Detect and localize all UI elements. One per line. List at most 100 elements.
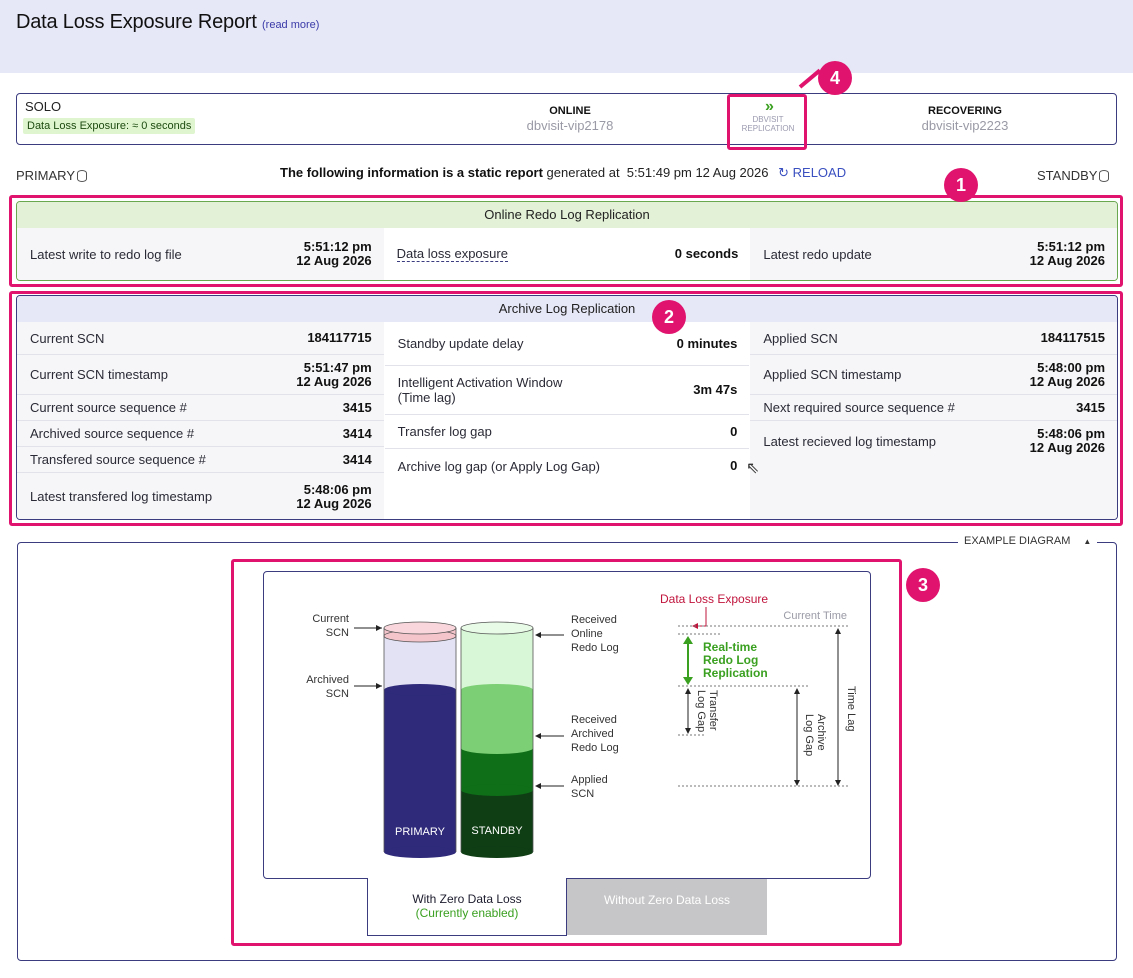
example-diagram-label: EXAMPLE DIAGRAM: [964, 535, 1071, 547]
stat-value: 5:48:06 pm: [1037, 426, 1106, 441]
stat-row: Applied SCN timestamp 5:48:00 pm 12 Aug 20…: [750, 355, 1117, 395]
tab-with-zero-data-loss[interactable]: With Zero Data Loss (Currently enabled): [367, 878, 567, 936]
stat-label: Archived source sequence #: [30, 426, 195, 441]
stat-label: Transfered source sequence #: [30, 452, 206, 467]
transfer-gap-label-2: Log Gap: [695, 690, 707, 732]
stat-value: 0: [730, 458, 738, 473]
latest-write-time: 5:51:12 pm: [303, 239, 372, 254]
stat-label: Next required source sequence #: [763, 400, 955, 415]
applied-scn-2: SCN: [571, 788, 594, 800]
callout-4: 4: [818, 61, 852, 95]
callout-2: 2: [652, 300, 686, 334]
online-redo-panel: Online Redo Log Replication Latest write…: [16, 201, 1118, 281]
online-right-col: Latest redo update 5:51:12 pm 12 Aug 2026: [750, 228, 1117, 280]
received-archived-1: Received: [571, 714, 617, 726]
archive-right-col: Applied SCN 184117515 Applied SCN timesta…: [750, 322, 1117, 519]
primary-node: ONLINE dbvisit-vip2178: [470, 105, 670, 133]
latest-redo-time: 5:51:12 pm: [1037, 239, 1106, 254]
stat-value: 3414: [342, 451, 372, 467]
stat-label: Latest transfered log timestamp: [30, 489, 213, 504]
reload-label: RELOAD: [792, 165, 847, 180]
status-bar: SOLO Data Loss Exposure: ≈ 0 seconds ONL…: [16, 93, 1117, 145]
highlight-box-4: [727, 94, 807, 150]
time-lag-label: Time Lag: [845, 686, 857, 731]
online-mid-col: Data loss exposure 0 seconds: [383, 228, 751, 280]
data-loss-exposure-value: 0 seconds: [674, 246, 739, 261]
current-scn-label-2: SCN: [326, 627, 349, 639]
received-online-1: Received: [571, 614, 617, 626]
stat-value: 3415: [342, 399, 372, 415]
stat-row: Archived source sequence # 3414: [17, 421, 384, 447]
stat-label: Transfer log gap: [397, 424, 492, 439]
tab-with-zero-sub: (Currently enabled): [415, 906, 519, 920]
received-archived-3: Redo Log: [571, 742, 619, 754]
stat-value: 3m 47s: [693, 382, 738, 397]
received-online-3: Redo Log: [571, 642, 619, 654]
timeline-annotations: Data Loss Exposure Current Time Real-tim…: [660, 592, 857, 787]
stat-label: Current SCN timestamp: [30, 367, 168, 382]
replication-diagram: PRIMARY STANDBY Current SCN Archived SCN: [306, 592, 857, 858]
stat-row: Next required source sequence # 3415: [750, 395, 1117, 421]
received-online-2: Online: [571, 628, 603, 640]
generated-time: 5:51:49 pm 12 Aug 2026: [626, 165, 769, 180]
stat-label: Current SCN: [30, 330, 105, 346]
read-more-link[interactable]: (read more): [262, 19, 319, 31]
primary-state: ONLINE: [549, 105, 591, 117]
tab-without-zero-label: Without Zero Data Loss: [603, 893, 731, 907]
stat-label: Intelligent Activation Window: [397, 375, 563, 390]
mouse-cursor-icon: ⇖: [746, 460, 760, 477]
latest-write-label: Latest write to redo log file: [30, 246, 182, 262]
stat-label: Current source sequence #: [30, 400, 187, 415]
stat-row: Applied SCN 184117515: [750, 322, 1117, 355]
stat-value: 5:48:06 pm: [303, 481, 372, 497]
database-icon: [1099, 170, 1110, 182]
stat-row: Transfer log gap 0: [384, 415, 750, 449]
realtime-label-2: Redo Log: [703, 653, 758, 667]
latest-write-date: 12 Aug 2026: [296, 253, 372, 268]
page-header: Data Loss Exposure Report (read more): [0, 0, 1133, 73]
transfer-gap-label-1: Transfer: [707, 690, 719, 731]
latest-redo-label: Latest redo update: [763, 246, 872, 262]
primary-heading-label: PRIMARY: [16, 168, 75, 183]
standby-heading-label: STANDBY: [1037, 168, 1098, 183]
current-scn-label-1: Current: [312, 613, 349, 625]
stat-value: 0 minutes: [676, 335, 738, 351]
realtime-label-3: Replication: [703, 666, 768, 680]
primary-host: dbvisit-vip2178: [526, 118, 614, 133]
archive-log-title: Archive Log Replication: [17, 296, 1117, 322]
archive-mid-col: Standby update delay 0 minutes Intelligen…: [383, 322, 751, 519]
primary-heading: PRIMARY: [16, 168, 87, 183]
stat-value: 184117515: [1040, 330, 1106, 345]
stat-value: 0: [730, 423, 738, 439]
standby-state: RECOVERING: [928, 105, 1002, 117]
static-report-text: The following information is a static re…: [280, 165, 543, 180]
data-loss-exposure-link[interactable]: Data loss exposure: [396, 246, 508, 262]
primary-cylinder: PRIMARY: [383, 621, 457, 858]
page-title: Data Loss Exposure Report: [16, 11, 257, 33]
example-diagram-toggle[interactable]: EXAMPLE DIAGRAM ▲: [958, 535, 1098, 547]
stat-label: Applied SCN timestamp: [763, 367, 902, 382]
received-archived-2: Archived: [571, 728, 614, 740]
stat-row: Standby update delay 0 minutes: [384, 322, 750, 366]
online-left-col: Latest write to redo log file 5:51:12 pm…: [17, 228, 384, 280]
stat-value: 12 Aug 2026: [296, 495, 372, 511]
realtime-label-1: Real-time: [703, 640, 757, 654]
stat-value: 3414: [342, 425, 372, 441]
callout-3: 3: [906, 568, 940, 602]
primary-db-label: PRIMARY: [395, 826, 446, 838]
standby-cylinder: STANDBY: [460, 621, 534, 858]
stat-value: 3415: [1076, 399, 1106, 415]
stat-value: 12 Aug 2026: [1029, 373, 1106, 389]
reload-icon: ↻: [778, 165, 790, 180]
data-loss-exposure-title: Data Loss Exposure: [660, 592, 768, 606]
applied-scn-1: Applied: [571, 774, 608, 786]
stat-row: Latest transfered log timestamp 5:48:06 p…: [17, 473, 384, 519]
callout-1: 1: [944, 168, 978, 202]
stat-value: 12 Aug 2026: [1029, 440, 1106, 455]
tab-without-zero-data-loss[interactable]: Without Zero Data Loss: [567, 879, 767, 935]
reload-button[interactable]: ↻ RELOAD: [778, 165, 846, 180]
current-time-label: Current Time: [783, 610, 847, 622]
report-info: The following information is a static re…: [280, 165, 846, 181]
standby-annotations: Received Online Redo Log Received Archiv…: [535, 614, 619, 800]
collapse-arrow-icon: ▲: [1083, 537, 1092, 546]
